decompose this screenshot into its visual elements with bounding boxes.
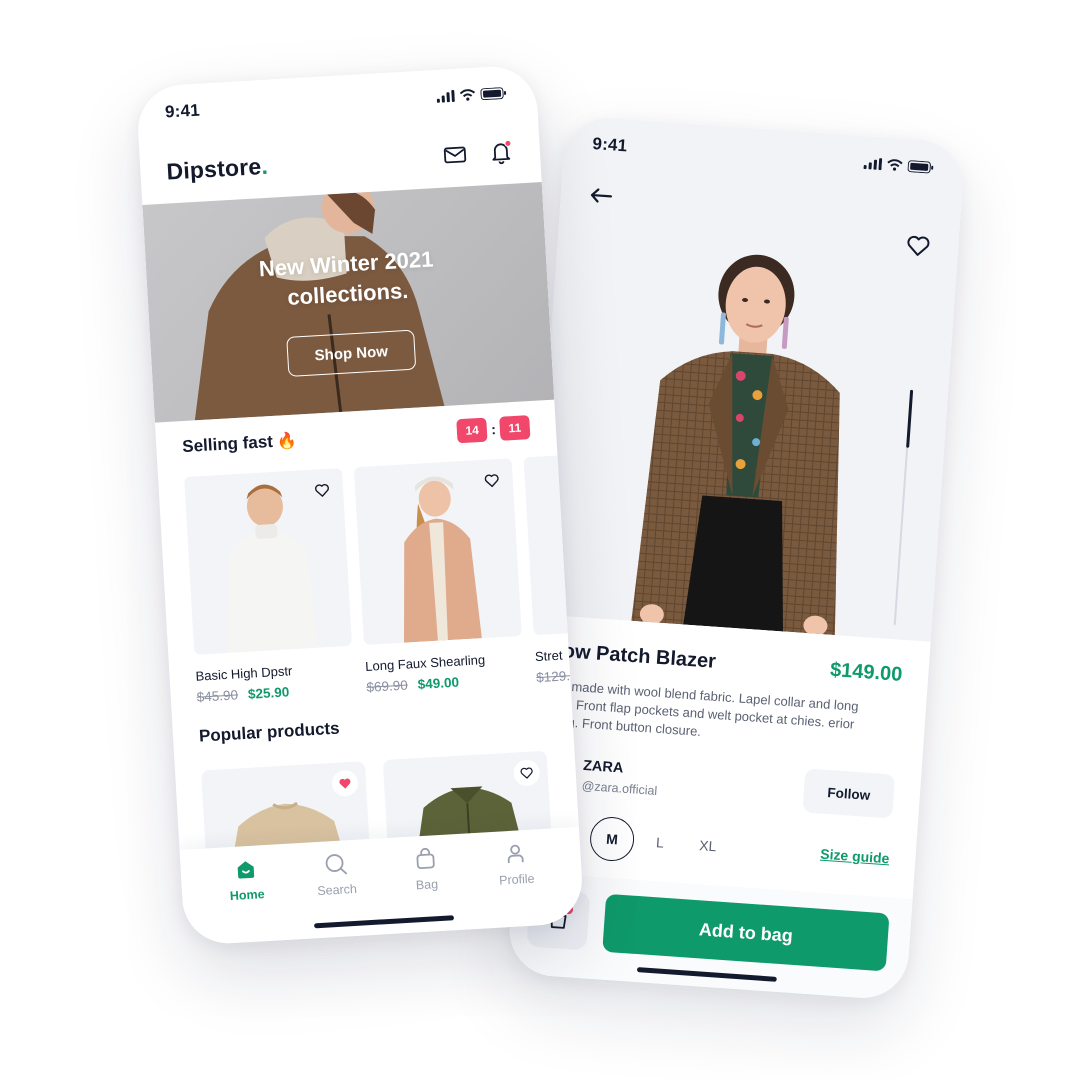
brand-row: \ ZARA @zara.official Follow xyxy=(531,749,896,819)
section-title-text: Selling fast xyxy=(181,431,274,457)
size-option-xl[interactable]: XL xyxy=(684,822,731,869)
brand-name[interactable]: ZARA xyxy=(583,757,660,778)
heart-icon[interactable] xyxy=(903,231,933,261)
home-screen: 9:41 Dipstore. New Winter 2021 collectio… xyxy=(135,64,585,946)
brand-dot: . xyxy=(260,152,269,179)
timer-separator: : xyxy=(490,421,497,438)
timer-minutes: 11 xyxy=(499,415,531,441)
favorite-button[interactable] xyxy=(480,469,503,492)
back-arrow-icon[interactable] xyxy=(586,181,616,211)
product-image xyxy=(184,467,353,655)
product-photo xyxy=(631,254,840,636)
product-old-price: $45.90 xyxy=(196,687,239,705)
product-price: $49.00 xyxy=(417,674,460,692)
status-time: 9:41 xyxy=(591,134,628,156)
heart-filled-icon xyxy=(339,778,351,789)
wifi-icon xyxy=(887,159,903,171)
brand-handle: @zara.official xyxy=(581,778,658,798)
heart-icon xyxy=(520,767,533,779)
status-icons xyxy=(863,157,934,174)
signal-icon xyxy=(436,89,455,103)
shop-now-button[interactable]: Shop Now xyxy=(286,329,417,377)
tab-label: Search xyxy=(316,881,358,899)
brand-name: Dipstore xyxy=(165,152,262,185)
home-icon xyxy=(237,861,255,879)
product-name: Basic High Dpstr xyxy=(195,663,293,684)
add-to-bag-button[interactable]: Add to bag xyxy=(602,893,890,972)
section-title-selling-fast: Selling fast 🔥 xyxy=(182,431,298,458)
tab-home[interactable]: Home xyxy=(210,854,285,944)
mail-icon xyxy=(443,146,467,164)
size-guide-link[interactable]: Size guide xyxy=(820,846,890,867)
section-title-popular: Popular products xyxy=(198,718,341,746)
popular-header: Popular products xyxy=(198,707,547,747)
fire-icon: 🔥 xyxy=(276,432,298,451)
hero-banner[interactable]: New Winter 2021 collections. Shop Now xyxy=(142,182,555,423)
selling-fast-header: Selling fast 🔥 14 : 11 xyxy=(182,415,531,459)
battery-icon xyxy=(907,160,934,174)
product-image xyxy=(353,458,522,645)
follow-button[interactable]: Follow xyxy=(802,768,896,819)
brand-logo[interactable]: Dipstore. xyxy=(166,152,269,185)
product-old-price: $129. xyxy=(535,668,571,686)
product-price: $149.00 xyxy=(829,658,904,686)
product-title: lbow Patch Blazer xyxy=(544,638,717,673)
size-selector: S M L XL Size guide xyxy=(541,812,891,880)
signal-icon xyxy=(863,158,883,171)
battery-icon xyxy=(480,87,507,101)
heart-icon xyxy=(314,484,329,497)
tab-label: Profile xyxy=(498,871,535,888)
search-icon xyxy=(325,854,348,875)
tab-label: Bag xyxy=(415,877,439,893)
selling-fast-list: Basic High Dpstr $45.90 $25.90 Long Faux… xyxy=(184,448,585,705)
status-time: 9:41 xyxy=(164,100,201,122)
product-description: azer made with wool blend fabric. Lapel … xyxy=(539,676,860,739)
bag-icon xyxy=(416,847,435,869)
size-option-m[interactable]: M xyxy=(588,815,636,863)
status-icons xyxy=(436,87,507,103)
countdown-timer: 14 : 11 xyxy=(456,415,531,444)
product-card[interactable]: Long Faux Shearling $69.90 $49.00 xyxy=(353,458,525,695)
mail-button[interactable] xyxy=(441,141,468,168)
product-card[interactable]: Basic High Dpstr $45.90 $25.90 xyxy=(184,467,355,705)
favorite-button[interactable] xyxy=(310,479,333,502)
tab-profile[interactable]: Profile xyxy=(480,839,555,929)
product-price: $25.90 xyxy=(247,684,290,702)
timer-hours: 14 xyxy=(456,417,488,444)
wifi-icon xyxy=(459,89,476,101)
heart-icon xyxy=(484,474,499,488)
product-name: Long Faux Shearling xyxy=(364,652,486,674)
tab-label: Home xyxy=(229,887,266,904)
hero-title: New Winter 2021 collections. xyxy=(258,246,435,310)
profile-icon xyxy=(507,844,524,864)
product-old-price: $69.90 xyxy=(366,677,409,695)
notifications-button[interactable] xyxy=(487,139,514,166)
size-option-l[interactable]: L xyxy=(636,819,683,866)
